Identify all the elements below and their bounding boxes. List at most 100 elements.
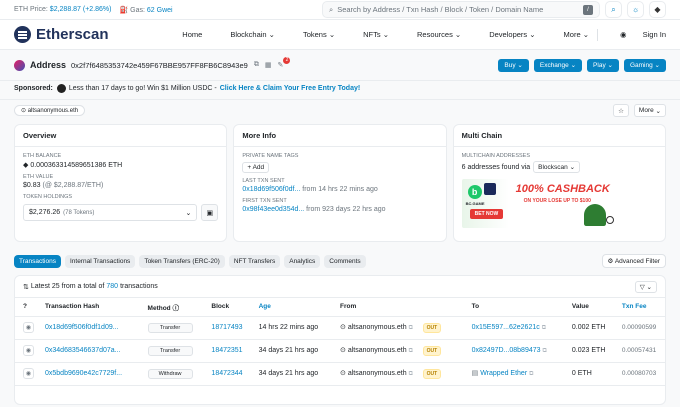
ens-icon: ⊙ <box>21 108 27 114</box>
comment-badge: 2 <box>283 57 291 64</box>
to-address-link[interactable]: 0x82497D...08b89473 <box>472 347 541 354</box>
from-cell: ⊙ altsanonymous.eth ⧉ OUT <box>332 339 464 363</box>
ball-icon <box>605 216 614 224</box>
eth-value-value: $0.83 (@ $2,288.87/ETH) <box>23 182 104 189</box>
theme-toggle-icon[interactable]: ☼ <box>627 1 644 18</box>
more-info-title: More Info <box>234 131 446 147</box>
block-link[interactable]: 18717493 <box>211 324 242 331</box>
total-count-link[interactable]: 780 <box>106 283 118 290</box>
blockscan-dropdown[interactable]: Blockscan ⌄ <box>533 161 581 173</box>
ens-icon: ⊙ <box>340 346 346 354</box>
name-tag-row: ⊙ altsanonymous.eth ☆ More ⌄ <box>0 99 680 121</box>
block-link[interactable]: 18472344 <box>211 370 242 377</box>
sign-in-link[interactable]: ◉ Sign In <box>606 30 666 39</box>
direction-badge: OUT <box>422 368 442 379</box>
last-txn-link[interactable]: 0x18d69f506f0df... <box>242 186 300 193</box>
ad-banner[interactable]: b BC.GAME 100% CASHBACK ON YOUR LOSE UP … <box>461 179 618 228</box>
address-hash: 0x2f7f6485353742e459F67BBE957FF8FB6C8943… <box>71 60 248 70</box>
tab-nft-transfers[interactable]: NFT Transfers <box>228 254 281 268</box>
tx-hash-link[interactable]: 0x5bdb9690e42c7729f... <box>45 370 122 377</box>
tab-bar: Transactions Internal Transactions Token… <box>0 254 680 268</box>
advanced-filter-button[interactable]: ⚙ Advanced Filter <box>601 254 666 268</box>
direction-badge: OUT <box>422 345 442 356</box>
ens-icon: ⊙ <box>340 323 346 331</box>
copy-icon[interactable]: ⧉ <box>542 325 546 331</box>
nav-resources[interactable]: Resources ⌄ <box>403 30 461 39</box>
nav-developers[interactable]: Developers ⌄ <box>475 30 535 39</box>
table-row: ◉ 0x5bdb9690e42c7729f... Withdraw 184723… <box>15 362 665 386</box>
row-preview[interactable]: ◉ <box>15 339 37 363</box>
wallet-icon[interactable]: ▣ <box>201 204 219 221</box>
more-info-card: More Info PRIVATE NAME TAGS + Add LAST T… <box>233 124 447 242</box>
value-cell: 0.002 ETH <box>563 316 614 340</box>
sort-icon: ⇅ <box>23 283 29 291</box>
nav-menu: Home Blockchain ⌄ Tokens ⌄ NFTs ⌄ Resour… <box>168 28 666 41</box>
sponsored-banner: Sponsored: Less than 17 days to go! Win … <box>0 80 680 96</box>
token-holdings-dropdown[interactable]: $2,276.26 (78 Tokens) ⌄ <box>23 204 198 221</box>
copy-icon[interactable]: ⧉ <box>529 371 533 377</box>
buy-button[interactable]: Buy ⌄ <box>498 58 529 72</box>
tab-analytics[interactable]: Analytics <box>284 254 321 268</box>
overview-title: Overview <box>15 131 227 147</box>
eth-value-label: ETH VALUE <box>23 174 54 180</box>
nav-home[interactable]: Home <box>182 30 202 39</box>
play-button[interactable]: Play ⌄ <box>587 58 619 72</box>
tx-hash-link[interactable]: 0x34d683546637d07a... <box>45 347 121 354</box>
row-preview[interactable]: ◉ <box>15 316 37 340</box>
tx-hash-link[interactable]: 0x18d69f506f0df1d09... <box>45 324 119 331</box>
copy-icon[interactable]: ⧉ <box>409 348 413 354</box>
tab-token-transfers[interactable]: Token Transfers (ERC-20) <box>139 254 225 268</box>
tab-internal-transactions[interactable]: Internal Transactions <box>64 254 136 268</box>
add-tag-button[interactable]: + Add <box>242 162 270 173</box>
col-age[interactable]: Age <box>250 298 333 317</box>
gaming-button[interactable]: Gaming ⌄ <box>623 58 666 72</box>
eth-network-icon[interactable]: ◆ <box>649 1 666 18</box>
col-from: From <box>332 298 464 317</box>
comment-icon[interactable]: ✎ 2 <box>277 57 291 69</box>
address-header: Address 0x2f7f6485353742e459F67BBE957FF8… <box>0 50 680 80</box>
copy-icon[interactable]: ⧉ <box>409 325 413 331</box>
favorite-star-icon[interactable]: ☆ <box>613 104 629 117</box>
tab-transactions[interactable]: Transactions <box>14 254 61 268</box>
copy-icon[interactable]: ⧉ <box>409 371 413 377</box>
etherscan-logo-icon <box>14 26 31 43</box>
age-cell: 14 hrs 22 mins ago <box>250 316 333 340</box>
eth-price-link[interactable]: $2,288.87 (+2.86%) <box>50 6 112 13</box>
copy-icon[interactable]: ⧉ <box>254 61 259 69</box>
from-cell: ⊙ altsanonymous.eth ⧉ OUT <box>332 316 464 340</box>
nav-nfts[interactable]: NFTs ⌄ <box>349 30 389 39</box>
nav-blockchain[interactable]: Blockchain ⌄ <box>216 30 275 39</box>
name-tag[interactable]: ⊙ altsanonymous.eth <box>14 105 86 116</box>
direction-badge: OUT <box>422 322 442 333</box>
nav-more[interactable]: More ⌄ <box>550 30 589 39</box>
copy-icon[interactable]: ⧉ <box>543 348 547 354</box>
col-transaction-hash: Transaction Hash <box>37 298 140 317</box>
filter-dropdown[interactable]: ▽ ⌄ <box>634 280 657 293</box>
search-input[interactable]: ⌕ Search by Address / Txn Hash / Block /… <box>322 1 600 18</box>
search-button-icon[interactable]: ⌕ <box>605 1 622 18</box>
col-txn-fee[interactable]: Txn Fee <box>613 298 665 317</box>
eth-balance-value: ◆ 0.000363314589651386 ETH <box>23 162 123 169</box>
info-cards: Overview ETH BALANCE ◆ 0.000363314589651… <box>0 124 680 242</box>
etherscan-logo[interactable]: Etherscan <box>14 26 109 43</box>
tab-comments[interactable]: Comments <box>324 254 366 268</box>
fee-cell: 0.00090599 <box>621 324 657 331</box>
block-link[interactable]: 18472351 <box>211 347 242 354</box>
to-address-link[interactable]: 0x15E597...62e2621c <box>472 324 540 331</box>
sponsored-cta-link[interactable]: Click Here & Claim Your Free Entry Today… <box>220 85 360 92</box>
more-dropdown[interactable]: More ⌄ <box>633 104 666 117</box>
eth-price: ETH Price: $2,288.87 (+2.86%) <box>14 6 112 13</box>
qr-code-icon[interactable]: ▦ <box>265 61 272 69</box>
gas-link[interactable]: 62 Gwei <box>147 7 173 14</box>
banner-headline: 100% CASHBACK <box>515 183 610 195</box>
to-address-link[interactable]: Wrapped Ether <box>480 370 527 377</box>
nav-tokens[interactable]: Tokens ⌄ <box>289 30 335 39</box>
age-cell: 34 days 21 hrs ago <box>250 362 333 386</box>
method-badge: Transfer <box>147 322 193 333</box>
first-txn-link[interactable]: 0x98f43ee0d354d... <box>242 206 304 213</box>
row-preview[interactable]: ◉ <box>15 362 37 386</box>
token-holdings-row: $2,276.26 (78 Tokens) ⌄ ▣ <box>23 204 219 221</box>
exchange-button[interactable]: Exchange ⌄ <box>533 58 583 72</box>
bet-now-button[interactable]: BET NOW <box>469 209 504 219</box>
league-logo-icon <box>483 183 496 195</box>
